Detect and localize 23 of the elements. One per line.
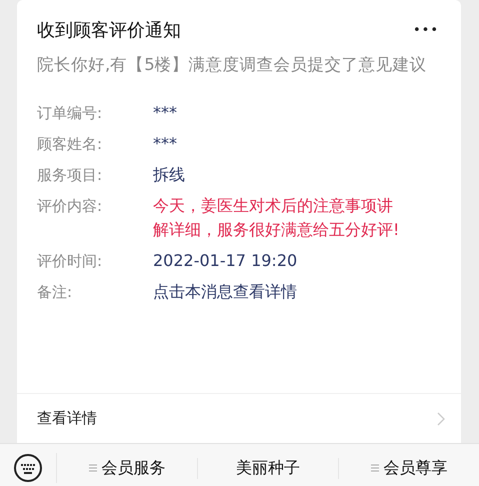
field-value: 点击本消息查看详情 <box>153 281 298 303</box>
card-title: 收到顾客评价通知 <box>37 19 181 42</box>
field-value: 今天，姜医生对术后的注意事项讲解详细，服务很好满意给五分好评! <box>153 195 400 241</box>
field-label: 顾客姓名: <box>37 134 104 155</box>
link-text: 查看详情 <box>37 409 97 428</box>
field-label: 评价内容: <box>37 196 104 217</box>
keyboard-icon[interactable] <box>13 453 43 483</box>
field-label: 服务项目: <box>37 165 104 186</box>
field-label: 订单编号: <box>37 103 104 124</box>
field-value: *** <box>153 133 178 155</box>
field-value: 2022-01-17 19:20 <box>153 250 298 272</box>
menu-item[interactable]: 会员服务 <box>57 458 198 478</box>
field-label: 备注: <box>37 282 74 303</box>
field-value: 拆线 <box>153 164 186 186</box>
field-value: *** <box>153 102 178 124</box>
chevron-right-icon <box>437 412 445 426</box>
card-summary: 院长你好,有【5楼】满意度调查会员提交了意见建议 <box>36 54 428 76</box>
menu-icon <box>370 464 378 472</box>
menu-item[interactable]: 美丽种子 <box>198 458 339 478</box>
field-label: 评价时间: <box>37 251 104 272</box>
menu-icon <box>88 464 96 472</box>
more-button[interactable]: ••• <box>412 22 439 38</box>
menu-item[interactable]: 会员尊享 <box>339 458 479 478</box>
